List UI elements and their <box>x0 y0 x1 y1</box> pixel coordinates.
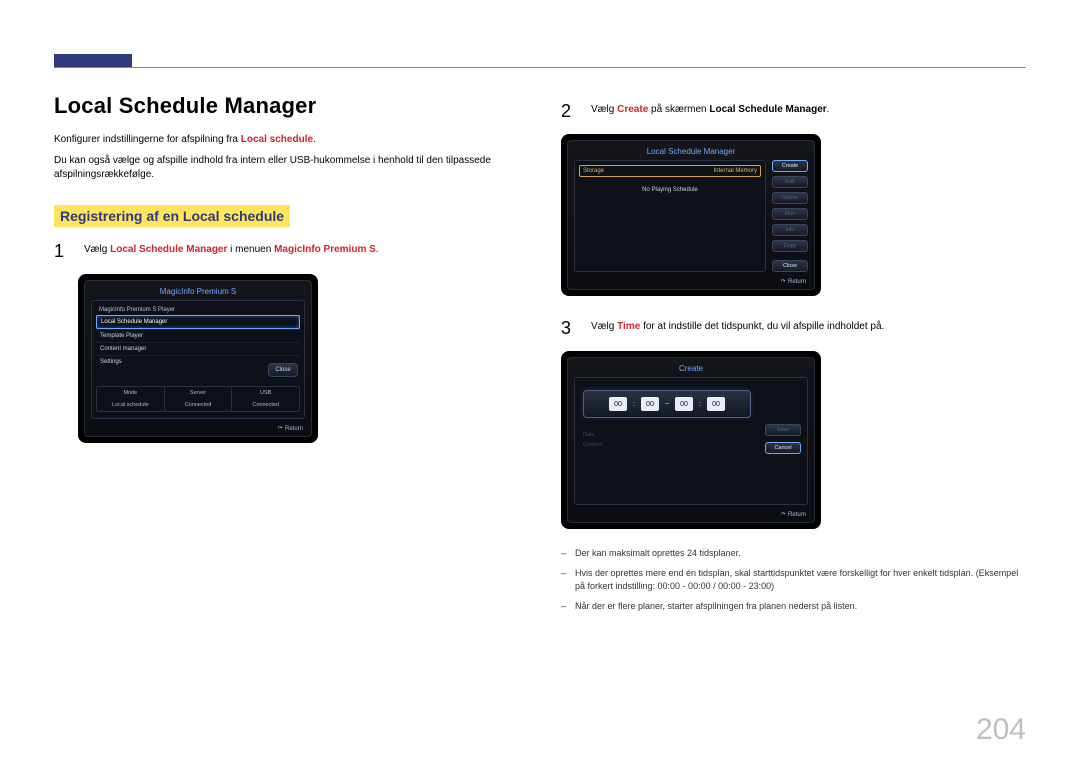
shot2-return-label: Return <box>788 279 806 285</box>
step-3-text: Vælg Time for at indstille det tidspunkt… <box>591 316 884 341</box>
step2-mid: på skærmen <box>648 104 709 115</box>
left-column: Local Schedule Manager Konfigurer indsti… <box>54 93 519 619</box>
shot3-content-label: Content <box>583 442 602 448</box>
intro-highlight: Local schedule <box>241 134 313 145</box>
shot1-status-values: Local schedule Connected Connected <box>96 399 300 412</box>
step3-pre: Vælg <box>591 321 617 332</box>
note-1: Der kan maksimalt oprettes 24 tidsplaner… <box>561 547 1026 561</box>
intro-line-2: Du kan også vælge og afspille indhold fr… <box>54 154 519 183</box>
step2-post: . <box>827 104 830 115</box>
step-1-text: Vælg Local Schedule Manager i menuen Mag… <box>84 239 379 264</box>
tilde-icon: ~ <box>665 401 669 408</box>
shot3-return[interactable]: ↶Return <box>574 511 808 518</box>
shot3-date-label: Date <box>583 432 595 438</box>
shot3-save-button[interactable]: Save <box>765 424 801 436</box>
shot1-close-button[interactable]: Close <box>268 363 298 377</box>
shot1-item-lsm[interactable]: Local Schedule Manager <box>96 315 300 329</box>
shot1-val-server: Connected <box>164 399 232 411</box>
step3-hl1: Time <box>617 321 640 332</box>
shot3-time-m2[interactable]: 00 <box>707 397 725 411</box>
shot2-storage-label: Storage <box>583 168 604 174</box>
return-icon: ↶ <box>780 511 787 519</box>
shot3-body: 00 : 00 ~ 00 : 00 Date --/--/---- Con <box>574 377 808 505</box>
shot3-return-label: Return <box>788 512 806 518</box>
return-icon: ↶ <box>780 278 787 286</box>
intro-line-1: Konfigurer indstillingerne for afspilnin… <box>54 133 519 148</box>
shot2-create-button[interactable]: Create <box>772 160 808 172</box>
shot2-edit-button[interactable]: Edit <box>772 176 808 188</box>
intro-pre: Konfigurer indstillingerne for afspilnin… <box>54 134 241 145</box>
shot1-col-usb: USB <box>231 387 299 399</box>
step-1-number: 1 <box>54 239 68 264</box>
step-3: 3 Vælg Time for at indstille det tidspun… <box>561 316 1026 341</box>
shot1-item-content[interactable]: Content manager <box>96 342 300 355</box>
shot2-run-button[interactable]: Run <box>772 208 808 220</box>
colon-icon: : <box>633 401 635 408</box>
step2-hl1: Create <box>617 104 648 115</box>
step-2-text: Vælg Create på skærmen Local Schedule Ma… <box>591 99 829 124</box>
shot1-val-usb: Connected <box>231 399 299 411</box>
shot2-main-pane: Storage Internal Memory No Playing Sched… <box>574 160 766 272</box>
step2-pre: Vælg <box>591 104 617 115</box>
shot2-internal-memory: Internal Memory <box>714 168 757 174</box>
intro-post: . <box>313 134 316 145</box>
shot2-delete-button[interactable]: Delete <box>772 192 808 204</box>
step1-pre: Vælg <box>84 244 110 255</box>
right-column: 2 Vælg Create på skærmen Local Schedule … <box>561 93 1026 619</box>
shot2-storage-row[interactable]: Storage Internal Memory <box>579 165 761 177</box>
notes-list: Der kan maksimalt oprettes 24 tidsplaner… <box>561 547 1026 613</box>
shot2-no-playing: No Playing Schedule <box>579 187 761 193</box>
shot1-return-label: Return <box>285 426 303 432</box>
top-rule <box>54 67 1026 68</box>
step1-hl1: Local Schedule Manager <box>110 244 227 255</box>
shot3-time-h2[interactable]: 00 <box>675 397 693 411</box>
step3-post: for at indstille det tidspunkt, du vil a… <box>640 321 884 332</box>
shot1-status-header: Mode Server USB <box>96 386 300 399</box>
shot1-col-mode: Mode <box>97 387 164 399</box>
screenshot-create: Create 00 : 00 ~ 00 : 00 Date --/--/--- <box>561 351 821 529</box>
shot2-info-button[interactable]: Info <box>772 224 808 236</box>
shot1-menu: MagicInfo Premium S Player Local Schedul… <box>91 300 305 419</box>
shot2-close-button[interactable]: Close <box>772 260 808 272</box>
shot3-time-h1[interactable]: 00 <box>609 397 627 411</box>
shot1-val-mode: Local schedule <box>97 399 164 411</box>
step1-hl2: MagicInfo Premium S <box>274 244 376 255</box>
step1-mid: i menuen <box>227 244 274 255</box>
step-2-number: 2 <box>561 99 575 124</box>
shot2-title: Local Schedule Manager <box>574 147 808 156</box>
colon-icon: : <box>699 401 701 408</box>
shot1-item-template[interactable]: Template Player <box>96 329 300 342</box>
shot2-copy-button[interactable]: Copy <box>772 240 808 252</box>
shot1-col-server: Server <box>164 387 232 399</box>
screenshot-lsm: Local Schedule Manager Storage Internal … <box>561 134 821 296</box>
shot3-cancel-button[interactable]: Cancel <box>765 442 801 454</box>
page-title: Local Schedule Manager <box>54 93 519 119</box>
note-3: Når der er flere planer, starter afspiln… <box>561 600 1026 614</box>
note-2: Hvis der oprettes mere end én tidsplan, … <box>561 567 1026 594</box>
step-1: 1 Vælg Local Schedule Manager i menuen M… <box>54 239 519 264</box>
shot3-time-m1[interactable]: 00 <box>641 397 659 411</box>
shot2-return[interactable]: ↶Return <box>574 278 808 285</box>
chapter-marker <box>54 54 132 67</box>
step-2: 2 Vælg Create på skærmen Local Schedule … <box>561 99 1026 124</box>
page-content: Local Schedule Manager Konfigurer indsti… <box>54 93 1026 619</box>
shot3-title: Create <box>574 364 808 373</box>
screenshot-magicinfo-menu: MagicInfo Premium S MagicInfo Premium S … <box>78 274 318 443</box>
shot1-title: MagicInfo Premium S <box>91 287 305 296</box>
step1-post: . <box>376 244 379 255</box>
section-subhead: Registrering af en Local schedule <box>54 205 290 227</box>
shot1-player-head: MagicInfo Premium S Player <box>96 305 300 315</box>
shot3-time-popup[interactable]: 00 : 00 ~ 00 : 00 <box>583 390 751 418</box>
return-icon: ↶ <box>277 424 284 432</box>
step-3-number: 3 <box>561 316 575 341</box>
shot2-sidebar: Create Edit Delete Run Info Copy Close <box>772 160 808 272</box>
page-number: 204 <box>976 713 1026 747</box>
step2-hl2: Local Schedule Manager <box>709 104 826 115</box>
shot3-sidebar: Save Cancel <box>765 424 801 454</box>
shot1-return[interactable]: ↶Return <box>91 425 305 432</box>
